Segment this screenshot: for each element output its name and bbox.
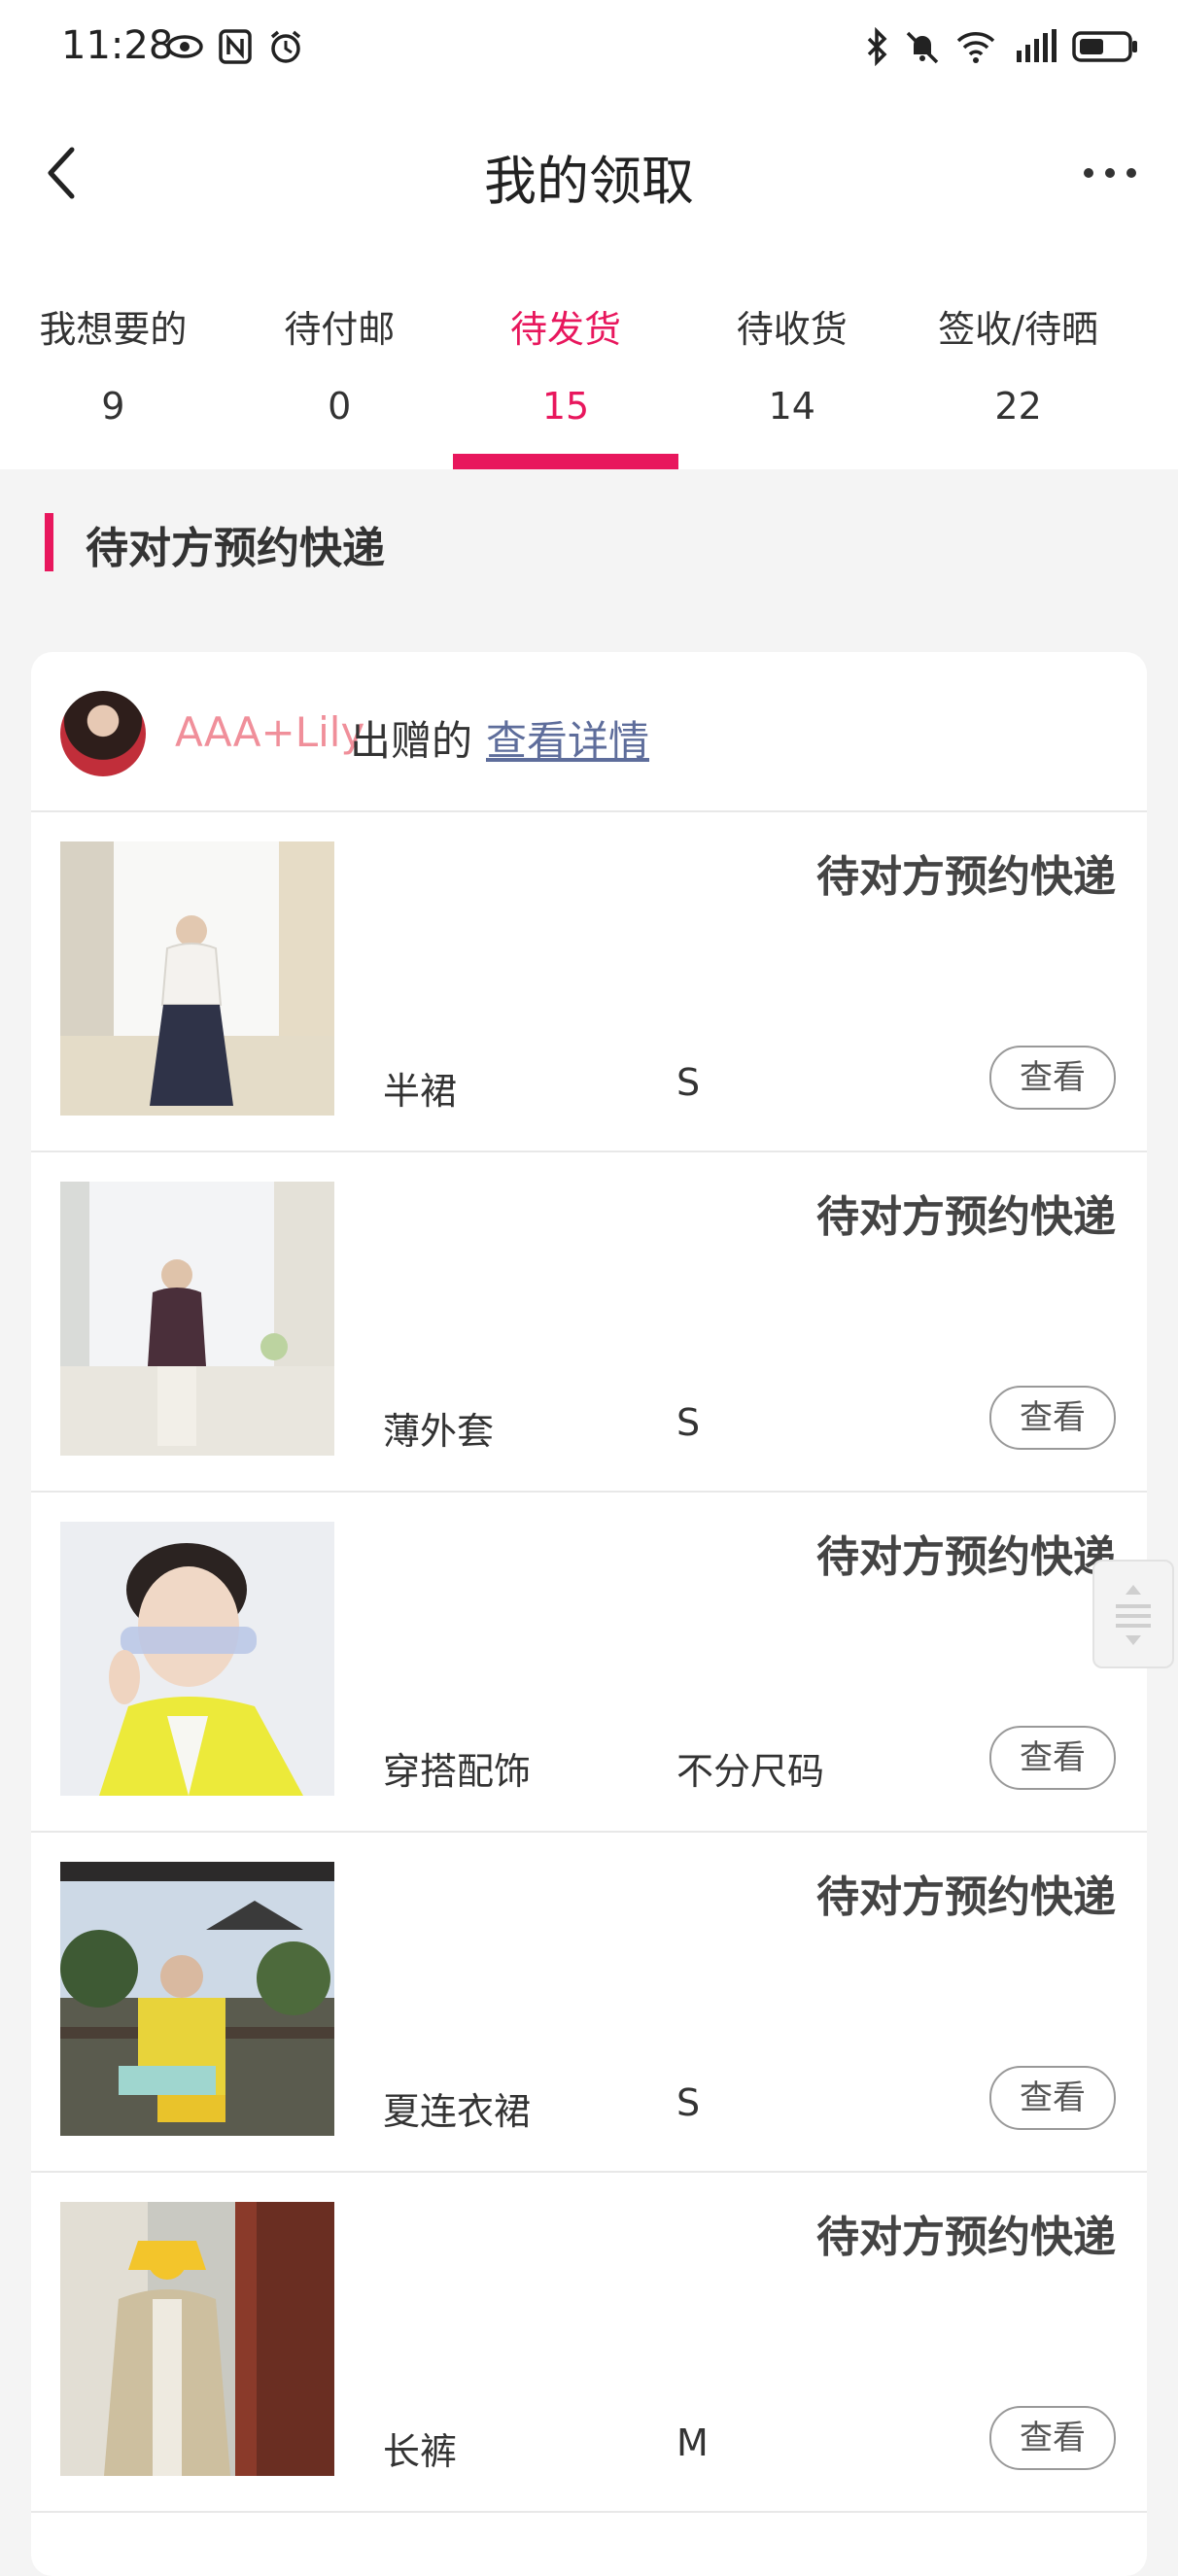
- list-item[interactable]: 待对方预约快递 穿搭配饰 不分尺码 查看: [31, 1493, 1147, 1833]
- view-button[interactable]: 查看: [989, 2406, 1116, 2470]
- section-accent-bar: [45, 513, 53, 571]
- item-status: 待对方预约快递: [816, 1192, 1116, 1242]
- view-button[interactable]: 查看: [989, 1726, 1116, 1790]
- item-size: M: [676, 2421, 709, 2464]
- item-status: 待对方预约快递: [816, 1532, 1116, 1582]
- tab-pending-shipment[interactable]: 待发货 15: [452, 292, 679, 469]
- product-image[interactable]: [60, 1522, 334, 1796]
- item-size: S: [676, 1401, 701, 1444]
- item-name: 半裙: [383, 1070, 458, 1113]
- tab-label: 我想要的: [39, 308, 188, 351]
- item-name: 长裤: [383, 2430, 458, 2473]
- signal-icon: [1011, 27, 1057, 70]
- view-button[interactable]: 查看: [989, 1046, 1116, 1110]
- wifi-icon: [954, 27, 997, 70]
- more-icon[interactable]: [1081, 152, 1139, 194]
- item-status: 待对方预约快递: [816, 852, 1116, 902]
- page-title: 我的领取: [484, 151, 694, 212]
- tab-indicator: [452, 454, 679, 469]
- item-status: 待对方预约快递: [816, 2213, 1116, 2262]
- tab-label: 待付邮: [284, 308, 396, 351]
- status-bar: 11:28: [0, 0, 1178, 97]
- mute-icon: [904, 27, 941, 70]
- gift-card: AAA+Lily 出赠的 查看详情 待对方预约快递 半裙 S 查看 待对方预约快…: [31, 652, 1147, 2576]
- tab-pending-postage[interactable]: 待付邮 0: [226, 292, 453, 469]
- order-tabs: 我想要的 9 待付邮 0 待发货 15 待收货 14 签收/待晒 22: [0, 292, 1178, 469]
- product-image[interactable]: [60, 2202, 334, 2476]
- tab-count: 0: [328, 385, 352, 428]
- product-image[interactable]: [60, 1862, 334, 2136]
- item-name: 夏连衣裙: [383, 2090, 532, 2133]
- view-button[interactable]: 查看: [989, 1386, 1116, 1450]
- tab-label: 待收货: [736, 308, 848, 351]
- item-status: 待对方预约快递: [816, 1872, 1116, 1922]
- giver-row: AAA+Lily 出赠的 查看详情: [31, 652, 1147, 812]
- tab-pending-receipt[interactable]: 待收货 14: [678, 292, 905, 469]
- item-size: 不分尺码: [676, 1750, 825, 1793]
- battery-icon: [1071, 27, 1139, 70]
- tab-label: 签收/待晒: [938, 308, 1098, 351]
- tab-count: 9: [101, 385, 125, 428]
- bluetooth-icon: [865, 26, 890, 70]
- list-item[interactable]: 待对方预约快递 半裙 S 查看: [31, 812, 1147, 1152]
- giver-verb: 出赠的: [350, 717, 473, 765]
- item-size: S: [676, 1061, 701, 1104]
- giver-name[interactable]: AAA+Lily: [175, 708, 364, 756]
- product-image[interactable]: [60, 841, 334, 1116]
- item-size: S: [676, 2081, 701, 2124]
- product-image[interactable]: [60, 1182, 334, 1456]
- tab-label: 待发货: [509, 308, 621, 351]
- alarm-icon: [266, 27, 305, 70]
- view-details-link[interactable]: 查看详情: [486, 708, 649, 768]
- section-title: 待对方预约快递: [86, 524, 385, 573]
- top-area: 11:28 我的领取 我想要的 9 待付邮 0 待发货 15 待收货 14 签收…: [0, 0, 1178, 469]
- floating-scroll-handle[interactable]: [1092, 1560, 1174, 1668]
- tab-received-showcase[interactable]: 签收/待晒 22: [905, 292, 1131, 469]
- view-button[interactable]: 查看: [989, 2066, 1116, 2130]
- status-time: 11:28: [61, 23, 174, 68]
- item-name: 穿搭配饰: [383, 1750, 532, 1793]
- list-item[interactable]: 待对方预约快递 长裤 M 查看: [31, 2173, 1147, 2513]
- tab-count: 22: [994, 385, 1042, 428]
- tab-count: 15: [541, 385, 590, 428]
- tab-count: 14: [768, 385, 815, 428]
- eye-icon: [165, 27, 204, 70]
- avatar[interactable]: [60, 691, 146, 776]
- list-item[interactable]: 待对方预约快递 薄外套 S 查看: [31, 1152, 1147, 1493]
- nav-bar: 我的领取: [0, 115, 1178, 231]
- item-name: 薄外套: [383, 1410, 495, 1453]
- nfc-icon: [218, 27, 253, 70]
- list-item[interactable]: 待对方预约快递 夏连衣裙 S 查看: [31, 1833, 1147, 2173]
- tab-wanted[interactable]: 我想要的 9: [0, 292, 226, 469]
